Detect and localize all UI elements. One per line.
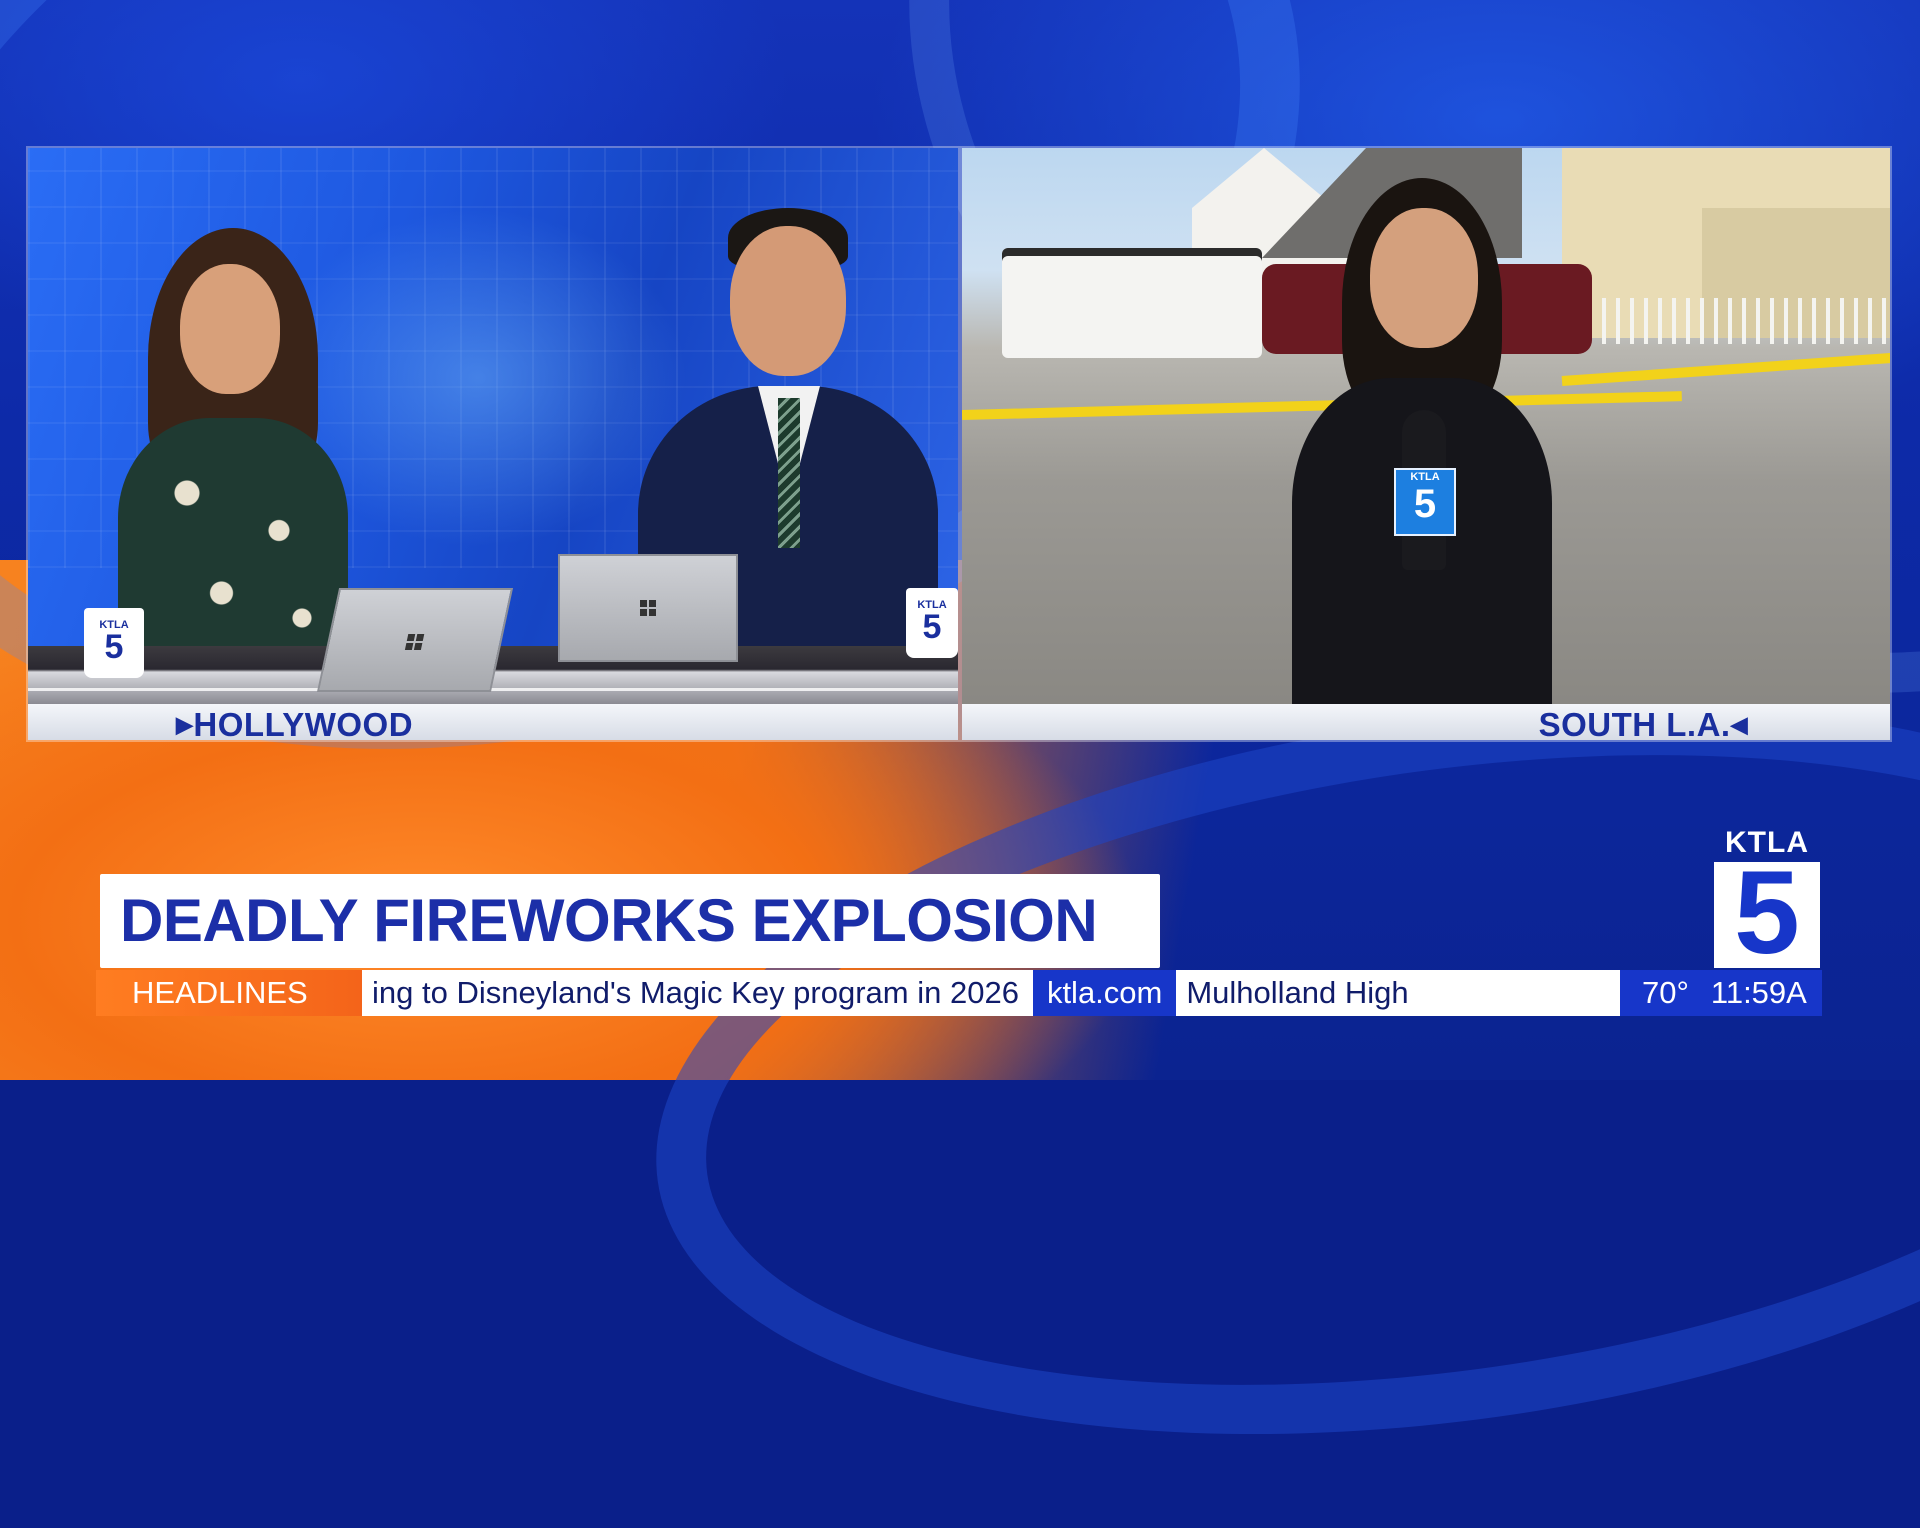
reporter-face (1370, 208, 1478, 348)
mug-logo-number: 5 (922, 608, 942, 646)
mic-flag-number: 5 (1413, 482, 1437, 526)
location-text-left: HOLLYWOOD (193, 706, 414, 743)
desk-edge (28, 688, 958, 691)
utility-truck (1002, 248, 1262, 358)
news-ticker: HEADLINES ing to Disneyland's Magic Key … (96, 970, 1822, 1016)
anchor-male-face (730, 226, 846, 376)
headline-banner: DEADLY FIREWORKS EXPLOSION (100, 874, 1160, 968)
ktla-mug-left: KTLA 5 (84, 608, 144, 678)
headline-text: DEADLY FIREWORKS EXPLOSION (120, 887, 1098, 954)
location-label-left: ▶HOLLYWOOD (176, 706, 413, 744)
anchor-male-tie (778, 398, 800, 548)
location-bar-left: ▶HOLLYWOOD (28, 704, 958, 743)
channel-box: 5 (1714, 854, 1820, 972)
ktla-logo: KTLA 5 (1712, 826, 1822, 972)
ticker-crawl: ing to Disneyland's Magic Key program in… (362, 970, 1716, 1016)
anchor-female-dress (118, 418, 348, 668)
location-bar-right: SOUTH L.A.◀ (962, 704, 1890, 743)
field-video-panel: KTLA 5 SOUTH L.A.◀ (962, 148, 1890, 743)
ticker-tag: HEADLINES (96, 970, 362, 1016)
laptop-left (316, 588, 514, 692)
ktla-mug-right: KTLA 5 (906, 588, 958, 658)
field-reporter: KTLA 5 (1262, 178, 1582, 704)
location-label-right: SOUTH L.A.◀ (1539, 706, 1748, 744)
mic-flag: KTLA 5 (1394, 468, 1456, 536)
ticker-next-story: Mulholland High (1186, 975, 1409, 1010)
mug-logo-number: 5 (104, 628, 124, 666)
channel-number: 5 (1734, 847, 1800, 979)
ticker-site: ktla.com (1032, 970, 1177, 1016)
temperature: 70° (1642, 975, 1689, 1010)
laptop-right (558, 554, 738, 662)
ticker-story: ing to Disneyland's Magic Key program in… (372, 975, 1019, 1010)
location-text-right: SOUTH L.A. (1538, 706, 1731, 743)
fence (1602, 298, 1890, 344)
anchor-female-face (180, 264, 280, 394)
studio-video: KTLA 5 KTLA 5 (28, 148, 958, 704)
field-video: KTLA 5 (962, 148, 1890, 704)
triangle-left-icon: ◀ (1730, 712, 1748, 737)
windows-logo-icon (640, 600, 656, 616)
studio-video-panel: KTLA 5 KTLA 5 ▶HOLLYWOOD (28, 148, 958, 743)
triangle-right-icon: ▶ (176, 712, 194, 737)
anchor-female (78, 228, 378, 668)
windows-logo-icon (404, 634, 425, 650)
